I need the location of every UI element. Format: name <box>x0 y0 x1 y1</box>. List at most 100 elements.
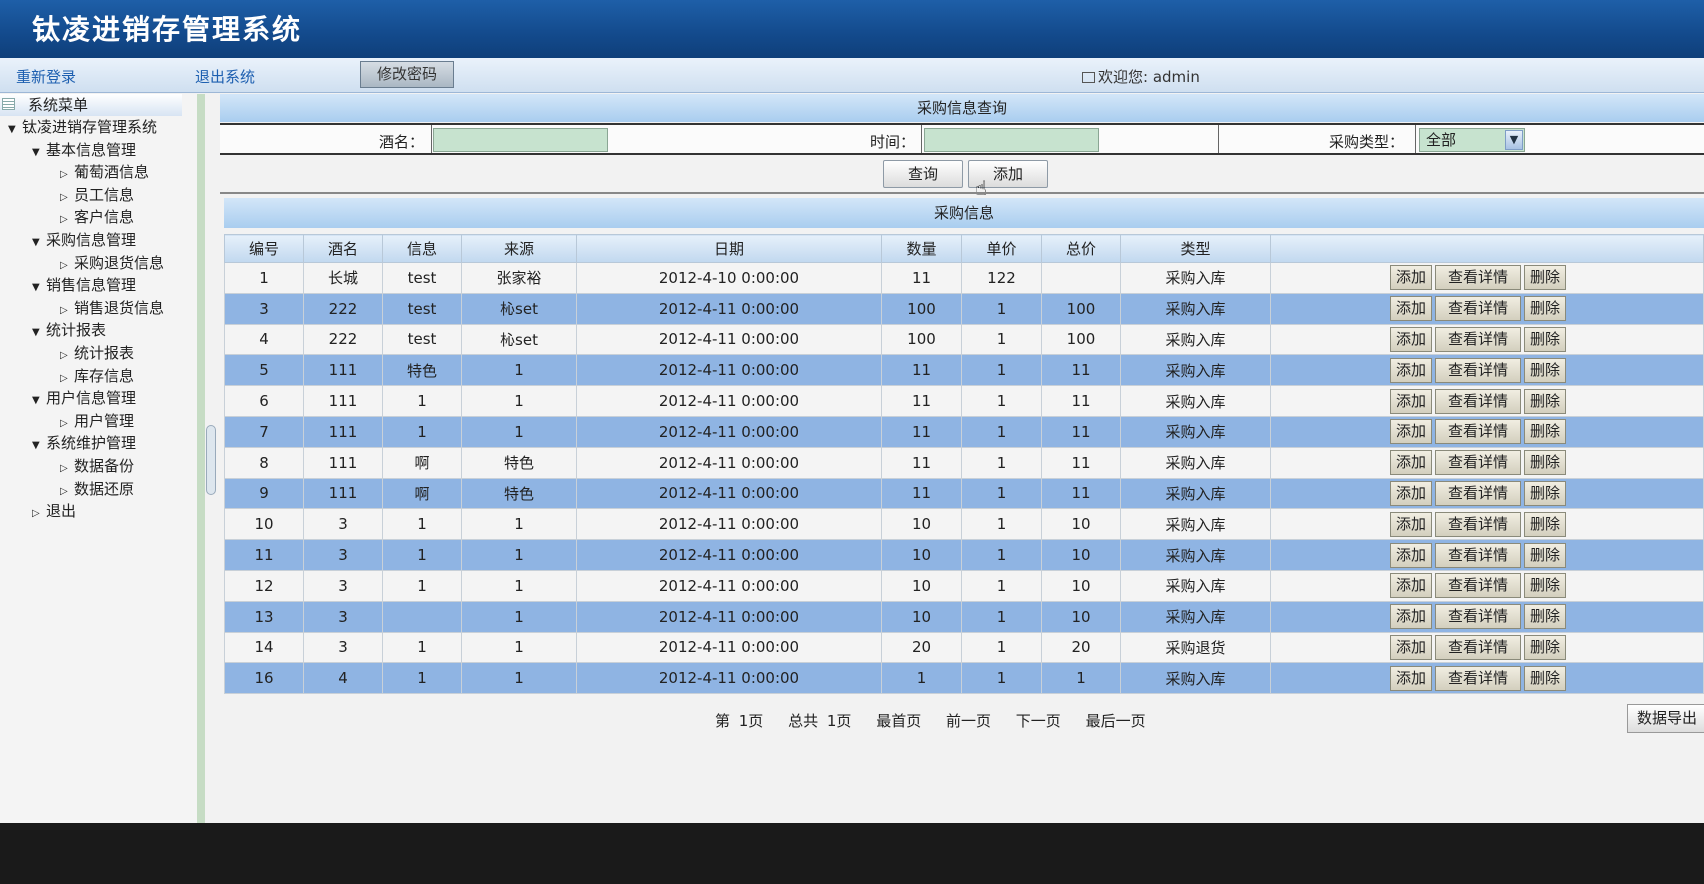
chevron-down-icon[interactable]: ▼ <box>1505 130 1523 150</box>
search-button[interactable]: 查询 <box>883 160 963 188</box>
sidebar-item-label: 采购退货信息 <box>74 253 165 272</box>
purchase-type-select[interactable]: 全部 ▼ <box>1419 128 1525 152</box>
relogin-link[interactable]: 重新登录 <box>16 66 76 87</box>
row-view-details-button[interactable]: 查看详情 <box>1435 634 1521 660</box>
row-delete-button[interactable]: 删除 <box>1524 665 1566 691</box>
table-cell: 啊 <box>382 477 462 510</box>
row-add-button[interactable]: 添加 <box>1390 604 1432 630</box>
sidebar-item-label: 客户信息 <box>74 208 135 227</box>
row-add-button[interactable]: 添加 <box>1390 665 1432 691</box>
row-delete-button[interactable]: 删除 <box>1524 542 1566 568</box>
row-delete-button[interactable]: 删除 <box>1524 265 1566 291</box>
table-cell: 1 <box>382 539 462 571</box>
divider <box>1218 125 1219 153</box>
pager-prev-link[interactable]: 前一页 <box>946 712 991 730</box>
sidebar-item[interactable]: ▷ 采购退货信息 <box>0 252 197 275</box>
sidebar-item[interactable]: ▷ 客户信息 <box>0 206 197 229</box>
row-delete-button[interactable]: 删除 <box>1524 296 1566 322</box>
row-actions: 添加 查看详情 删除 <box>1270 477 1704 510</box>
row-delete-button[interactable]: 删除 <box>1524 634 1566 660</box>
row-view-details-button[interactable]: 查看详情 <box>1435 604 1521 630</box>
wine-name-input[interactable] <box>433 128 608 152</box>
table-cell: 111 <box>303 477 383 510</box>
row-delete-button[interactable]: 删除 <box>1524 573 1566 599</box>
row-view-details-button[interactable]: 查看详情 <box>1435 326 1521 352</box>
row-add-button[interactable]: 添加 <box>1390 634 1432 660</box>
row-add-button[interactable]: 添加 <box>1390 573 1432 599</box>
row-actions: 添加 查看详情 删除 <box>1270 569 1704 602</box>
sidebar-item[interactable]: ▼ 统计报表 <box>0 319 197 342</box>
welcome-text: 欢迎您: admin <box>1098 68 1200 86</box>
table-cell: 10 <box>1041 539 1121 571</box>
table-cell: 1 <box>461 662 577 695</box>
sidebar-item[interactable]: ▷ 销售退货信息 <box>0 297 197 320</box>
table-row: 3 222 test 杺set 2012-4-11 0:00:00 100 1 100 采购入库… <box>224 292 1704 325</box>
row-view-details-button[interactable]: 查看详情 <box>1435 542 1521 568</box>
row-delete-button[interactable]: 删除 <box>1524 450 1566 476</box>
row-add-button[interactable]: 添加 <box>1390 326 1432 352</box>
sidebar-item[interactable]: ▼ 采购信息管理 <box>0 229 197 252</box>
sidebar-item[interactable]: ▼ 用户信息管理 <box>0 387 197 410</box>
row-delete-button[interactable]: 删除 <box>1524 480 1566 506</box>
table-cell: 采购入库 <box>1120 354 1271 387</box>
sidebar-item[interactable]: ▷ 统计报表 <box>0 342 197 365</box>
sidebar-item[interactable]: ▷ 用户管理 <box>0 410 197 433</box>
time-label: 时间： <box>870 133 916 151</box>
table-body: 1 长城 test 张家裕 2012-4-10 0:00:00 11 122 采购入库 添加 查看… <box>224 262 1704 695</box>
row-view-details-button[interactable]: 查看详情 <box>1435 665 1521 691</box>
export-data-button[interactable]: 数据导出 <box>1627 704 1704 733</box>
row-add-button[interactable]: 添加 <box>1390 480 1432 506</box>
pager-first-link[interactable]: 最首页 <box>876 712 921 730</box>
sidebar-item[interactable]: ▼ 销售信息管理 <box>0 274 197 297</box>
row-add-button[interactable]: 添加 <box>1390 388 1432 414</box>
row-view-details-button[interactable]: 查看详情 <box>1435 450 1521 476</box>
change-password-button[interactable]: 修改密码 <box>360 61 454 88</box>
row-view-details-button[interactable]: 查看详情 <box>1435 357 1521 383</box>
table-cell: 1 <box>461 569 577 602</box>
table-cell: 10 <box>1041 569 1121 602</box>
row-add-button[interactable]: 添加 <box>1390 450 1432 476</box>
row-view-details-button[interactable]: 查看详情 <box>1435 419 1521 445</box>
logout-link[interactable]: 退出系统 <box>195 66 255 87</box>
table-cell: 采购入库 <box>1120 662 1271 695</box>
column-header: 酒名 <box>303 234 383 263</box>
sidebar-item[interactable]: ▷ 数据备份 <box>0 455 197 478</box>
row-delete-button[interactable]: 删除 <box>1524 357 1566 383</box>
row-add-button[interactable]: 添加 <box>1390 357 1432 383</box>
sidebar-item[interactable]: ▷ 库存信息 <box>0 365 197 388</box>
sidebar-header: 系统菜单 <box>0 94 182 116</box>
pager-last-link[interactable]: 最后一页 <box>1086 712 1146 730</box>
sidebar-item[interactable]: ▷ 退出 <box>0 500 197 523</box>
mouse-cursor-icon: ☝ <box>975 176 988 200</box>
menu-icon <box>2 98 15 110</box>
sidebar-item[interactable]: ▷ 葡萄酒信息 <box>0 161 197 184</box>
row-view-details-button[interactable]: 查看详情 <box>1435 573 1521 599</box>
row-view-details-button[interactable]: 查看详情 <box>1435 480 1521 506</box>
sidebar-item[interactable]: ▼ 钛凌进销存管理系统 <box>0 116 197 139</box>
row-add-button[interactable]: 添加 <box>1390 419 1432 445</box>
table-cell: 采购入库 <box>1120 385 1271 417</box>
row-add-button[interactable]: 添加 <box>1390 511 1432 537</box>
row-delete-button[interactable]: 删除 <box>1524 326 1566 352</box>
sidebar-item[interactable]: ▷ 员工信息 <box>0 184 197 207</box>
pager-next-link[interactable]: 下一页 <box>1016 712 1061 730</box>
sidebar-collapse-handle[interactable] <box>206 425 216 495</box>
row-add-button[interactable]: 添加 <box>1390 542 1432 568</box>
row-view-details-button[interactable]: 查看详情 <box>1435 296 1521 322</box>
sidebar-item[interactable]: ▼ 系统维护管理 <box>0 432 197 455</box>
row-view-details-button[interactable]: 查看详情 <box>1435 265 1521 291</box>
caret-right-icon[interactable]: ▷ <box>32 503 46 525</box>
table-cell: 采购入库 <box>1120 292 1271 325</box>
row-view-details-button[interactable]: 查看详情 <box>1435 511 1521 537</box>
row-add-button[interactable]: 添加 <box>1390 296 1432 322</box>
sidebar-item[interactable]: ▷ 数据还原 <box>0 478 197 501</box>
row-delete-button[interactable]: 删除 <box>1524 511 1566 537</box>
row-delete-button[interactable]: 删除 <box>1524 604 1566 630</box>
row-add-button[interactable]: 添加 <box>1390 265 1432 291</box>
sidebar-item[interactable]: ▼ 基本信息管理 <box>0 139 197 162</box>
time-input[interactable] <box>924 128 1099 152</box>
table-cell: 9 <box>224 477 304 510</box>
row-delete-button[interactable]: 删除 <box>1524 388 1566 414</box>
row-delete-button[interactable]: 删除 <box>1524 419 1566 445</box>
row-view-details-button[interactable]: 查看详情 <box>1435 388 1521 414</box>
